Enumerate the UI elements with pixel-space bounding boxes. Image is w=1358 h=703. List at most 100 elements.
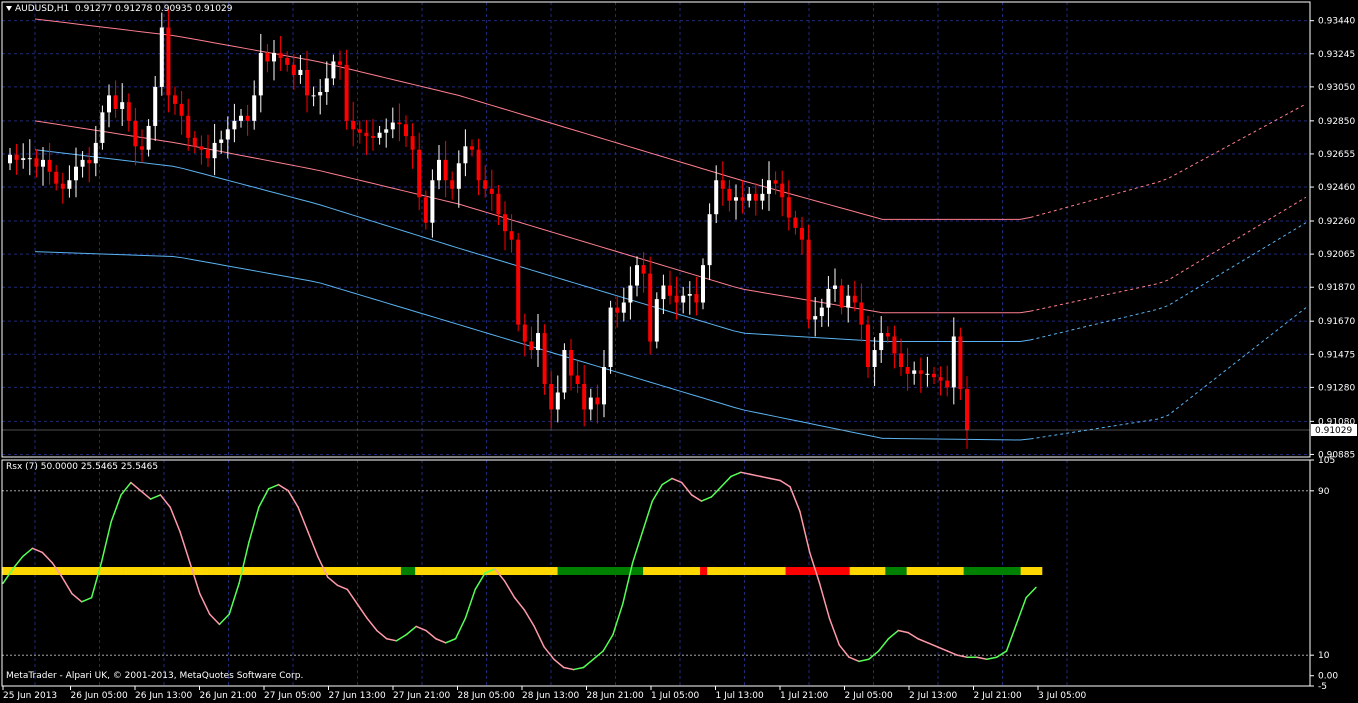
candle-body [377, 132, 382, 138]
candle-body [654, 299, 659, 342]
ribbon-cell [586, 567, 594, 575]
candle-body [760, 193, 765, 201]
time-tick-label: 27 Jun 13:00 [329, 691, 386, 701]
candle-body [278, 52, 283, 59]
rsx-segment [759, 475, 772, 480]
candle-body [734, 197, 738, 201]
ribbon-cell [885, 567, 893, 575]
candle-body [773, 180, 778, 184]
candle-body [265, 52, 270, 62]
rsx-segment [986, 656, 998, 661]
candle-body [839, 285, 844, 308]
candle-body [674, 295, 679, 303]
candle-body [668, 285, 672, 296]
price-axis: 0.93440 0.93245 0.93050 0.92850 0.92655 0.924… [1310, 17, 1355, 460]
rsx-segment [690, 494, 703, 502]
indicator-tick-label: 0.00 [1318, 672, 1338, 682]
indicator-tick-label: 90 [1318, 487, 1330, 497]
candle-body [437, 159, 441, 181]
ribbon-cell [30, 567, 38, 575]
ribbon-cell [472, 567, 480, 575]
candle-body [740, 197, 745, 201]
rsx-segment [740, 471, 752, 476]
candle-body [404, 124, 408, 137]
ribbon-cell [700, 567, 708, 575]
rsx-segment [326, 576, 339, 587]
ribbon-cell [101, 567, 110, 575]
candle-body [100, 112, 105, 143]
candle-body [272, 52, 276, 62]
rsx-segment [336, 584, 349, 591]
ribbon-cell [863, 567, 872, 575]
candle-body [430, 180, 435, 223]
ribbon-cell [329, 567, 338, 575]
chart-canvas: 0.93440 0.93245 0.93050 0.92850 0.92655 0.924… [1, 1, 1357, 701]
rsx-segment [277, 483, 290, 492]
rsx-segment [877, 637, 890, 652]
candle-body [859, 302, 864, 325]
rsx-segment [1015, 596, 1027, 626]
ribbon-cell [550, 567, 558, 575]
ribbon-cell [977, 567, 986, 575]
ribbon-cell [351, 567, 359, 575]
rsx-segment [897, 629, 909, 634]
ribbon-cell [536, 567, 544, 575]
candle-body [331, 61, 336, 79]
time-tick-label: 28 Jun 05:00 [458, 691, 515, 701]
candle-body [549, 383, 554, 410]
rsx-segment [631, 531, 644, 564]
rsx-segment [681, 481, 693, 496]
time-tick-label: 3 Jul 05:00 [1038, 691, 1087, 701]
rsx-segment [887, 629, 900, 640]
time-tick-label: 25 Jun 2013 [3, 691, 57, 701]
rsx-segment [848, 656, 860, 663]
candlesticks [8, 8, 969, 449]
rsx-segment [1005, 623, 1018, 652]
candle-body [159, 27, 164, 87]
candle-body [463, 146, 468, 164]
ribbon-cell [436, 567, 444, 575]
rsx-segment [572, 666, 585, 671]
ribbon-cell [735, 567, 744, 575]
candle-body [232, 120, 237, 130]
candle-body [918, 370, 923, 374]
ribbon-cell [301, 567, 309, 575]
candle-body [641, 265, 646, 274]
candle-body [318, 91, 323, 96]
ribbon-cell [450, 567, 459, 575]
candle-body [912, 370, 917, 374]
ribbon-cell [308, 567, 316, 575]
candle-body [826, 288, 831, 308]
ribbon-cell [522, 567, 530, 575]
candle-body [8, 154, 12, 164]
ribbon-cell [44, 567, 53, 575]
rsx-segment [582, 658, 595, 669]
ribbon-cell [899, 567, 907, 575]
ribbon-cell [842, 567, 850, 575]
ribbon-cell [578, 567, 587, 575]
candle-body [338, 61, 342, 65]
ribbon-cell [664, 567, 672, 575]
candle-body [852, 295, 857, 303]
dropdown-arrow-icon[interactable] [6, 6, 12, 11]
candle-body [225, 129, 230, 140]
candle-body [800, 227, 804, 240]
candle-body [819, 307, 824, 317]
ribbon-cell [265, 567, 273, 575]
candle-body [41, 159, 45, 167]
ribbon-cell [1013, 567, 1021, 575]
rsx-segment [405, 625, 417, 636]
upper-band [34, 18, 1031, 220]
time-tick-label: 27 Jun 21:00 [393, 691, 450, 701]
ribbon-cell [180, 567, 188, 575]
ribbon-cell [194, 567, 202, 575]
ribbon-cell [678, 567, 687, 575]
rsx-segment [385, 637, 398, 642]
rsx-segment [749, 473, 762, 478]
rsx-segment [730, 471, 742, 478]
candle-body [351, 120, 356, 130]
candle-body [707, 214, 712, 266]
rsx-segment [425, 629, 437, 640]
ribbon-cell [742, 567, 751, 575]
candle-body [212, 142, 217, 159]
